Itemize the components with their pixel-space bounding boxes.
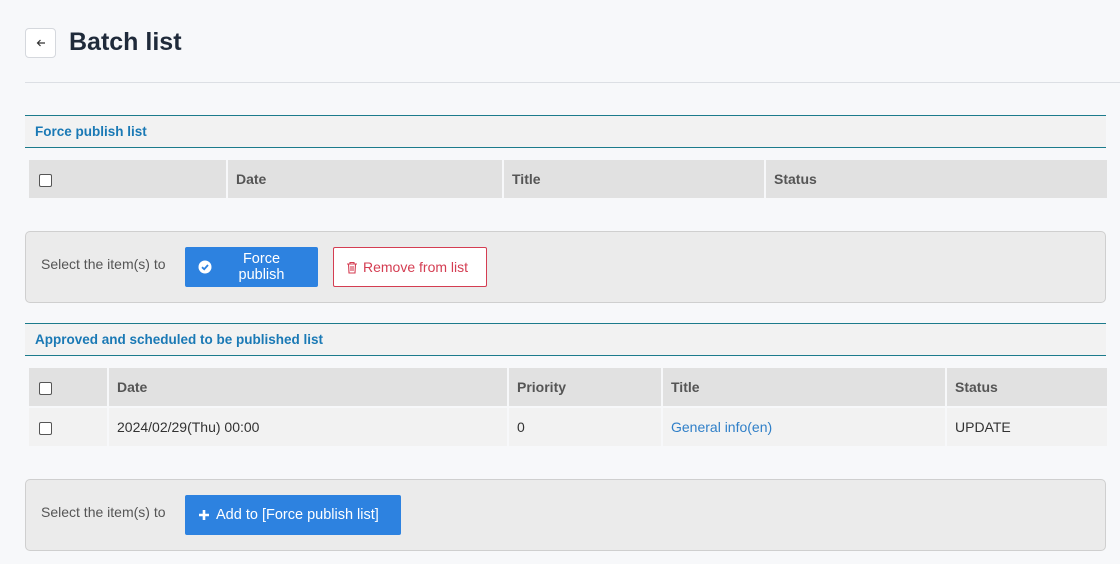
column-header-status: Status	[947, 368, 1107, 406]
action-label: Select the item(s) to	[41, 256, 166, 272]
remove-from-list-button[interactable]: Remove from list	[333, 247, 487, 287]
select-all-cell	[29, 160, 226, 198]
action-label: Select the item(s) to	[41, 504, 166, 520]
force-publish-section-title: Force publish list	[25, 115, 1106, 148]
force-publish-button-label: Force publish	[238, 251, 285, 283]
force-publish-table: Date Title Status	[27, 160, 1109, 198]
approved-section-title: Approved and scheduled to be published l…	[25, 323, 1106, 356]
add-to-force-publish-button[interactable]: Add to [Force publish list]	[185, 495, 401, 535]
force-publish-action-bar: Select the item(s) to Force publish Remo…	[25, 231, 1106, 303]
approved-action-bar: Select the item(s) to Add to [Force publ…	[25, 479, 1106, 551]
column-header-title: Title	[504, 160, 764, 198]
column-header-date: Date	[109, 368, 507, 406]
select-all-checkbox[interactable]	[39, 381, 52, 395]
page-title: Batch list	[69, 28, 182, 56]
row-checkbox-cell	[29, 406, 107, 446]
table-header-row: Date Priority Title Status	[29, 368, 1107, 406]
row-priority: 0	[509, 406, 661, 446]
back-button[interactable]	[25, 28, 56, 58]
trash-icon	[346, 261, 358, 274]
table-row: 2024/02/29(Thu) 00:00 0 General info(en)…	[29, 406, 1107, 446]
column-header-date: Date	[228, 160, 502, 198]
check-circle-icon	[198, 260, 212, 274]
row-title-cell: General info(en)	[663, 406, 945, 446]
approved-table: Date Priority Title Status 2024/02/29(Th…	[27, 368, 1109, 446]
add-button-label: Add to [Force publish list]	[216, 507, 379, 523]
row-title-link[interactable]: General info(en)	[671, 419, 772, 435]
plus-icon	[198, 509, 210, 521]
column-header-priority: Priority	[509, 368, 661, 406]
page-header: Batch list	[25, 27, 1120, 83]
select-all-cell	[29, 368, 107, 406]
row-date: 2024/02/29(Thu) 00:00	[109, 406, 507, 446]
column-header-status: Status	[766, 160, 1107, 198]
select-all-checkbox[interactable]	[39, 173, 52, 187]
row-status: UPDATE	[947, 406, 1107, 446]
arrow-left-icon	[36, 39, 45, 47]
remove-button-label: Remove from list	[363, 259, 469, 275]
row-checkbox[interactable]	[39, 421, 52, 435]
column-header-title: Title	[663, 368, 945, 406]
force-publish-button[interactable]: Force publish	[185, 247, 318, 287]
table-header-row: Date Title Status	[29, 160, 1107, 198]
